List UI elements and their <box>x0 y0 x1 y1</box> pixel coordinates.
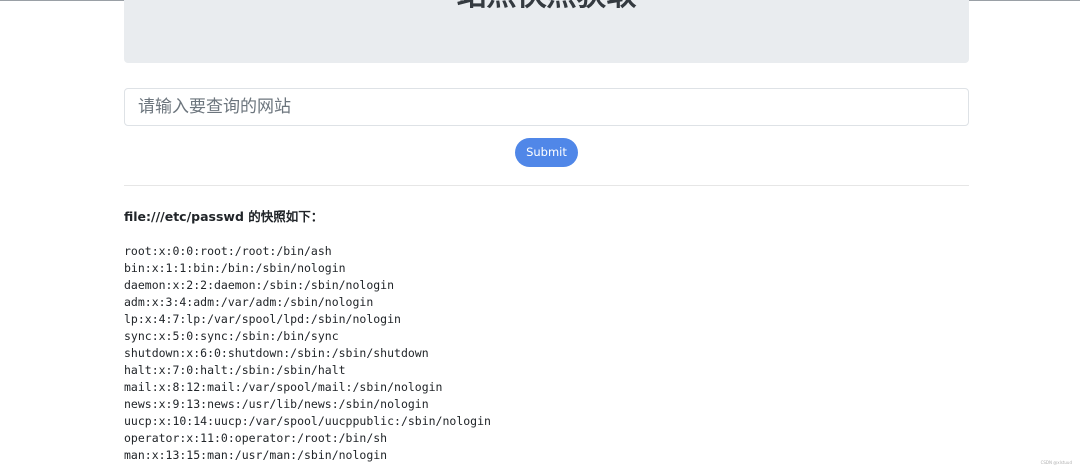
passwd-line: mail:x:8:12:mail:/var/spool/mail:/sbin/n… <box>124 380 443 394</box>
passwd-line: sync:x:5:0:sync:/sbin:/bin/sync <box>124 329 339 343</box>
url-input[interactable] <box>124 88 969 126</box>
passwd-line: shutdown:x:6:0:shutdown:/sbin:/sbin/shut… <box>124 346 429 360</box>
passwd-line: halt:x:7:0:halt:/sbin:/sbin/halt <box>124 363 346 377</box>
watermark: CSDN @xlstuud <box>1040 460 1072 465</box>
passwd-line: adm:x:3:4:adm:/var/adm:/sbin/nologin <box>124 295 374 309</box>
passwd-line: bin:x:1:1:bin:/bin:/sbin/nologin <box>124 261 346 275</box>
result-heading: file:///etc/passwd 的快照如下： <box>124 206 323 225</box>
submit-button[interactable]: Submit <box>515 138 578 167</box>
passwd-line: daemon:x:2:2:daemon:/sbin:/sbin/nologin <box>124 278 395 292</box>
page-title: 站点快照获取 <box>124 0 969 14</box>
passwd-line: news:x:9:13:news:/usr/lib/news:/sbin/nol… <box>124 397 429 411</box>
passwd-line: uucp:x:10:14:uucp:/var/spool/uucppublic:… <box>124 414 491 428</box>
result-heading-suffix: 的快照如下： <box>243 209 324 224</box>
passwd-line: lp:x:4:7:lp:/var/spool/lpd:/sbin/nologin <box>124 312 401 326</box>
header-jumbotron: 站点快照获取 <box>124 0 969 63</box>
passwd-line: operator:x:11:0:operator:/root:/bin/sh <box>124 431 388 445</box>
passwd-line: man:x:13:15:man:/usr/man:/sbin/nologin <box>124 448 388 462</box>
divider <box>124 185 969 186</box>
snapshot-content: root:x:0:0:root:/root:/bin/ash bin:x:1:1… <box>124 243 491 464</box>
result-url: file:///etc/passwd <box>124 209 244 224</box>
passwd-line: root:x:0:0:root:/root:/bin/ash <box>124 244 332 258</box>
